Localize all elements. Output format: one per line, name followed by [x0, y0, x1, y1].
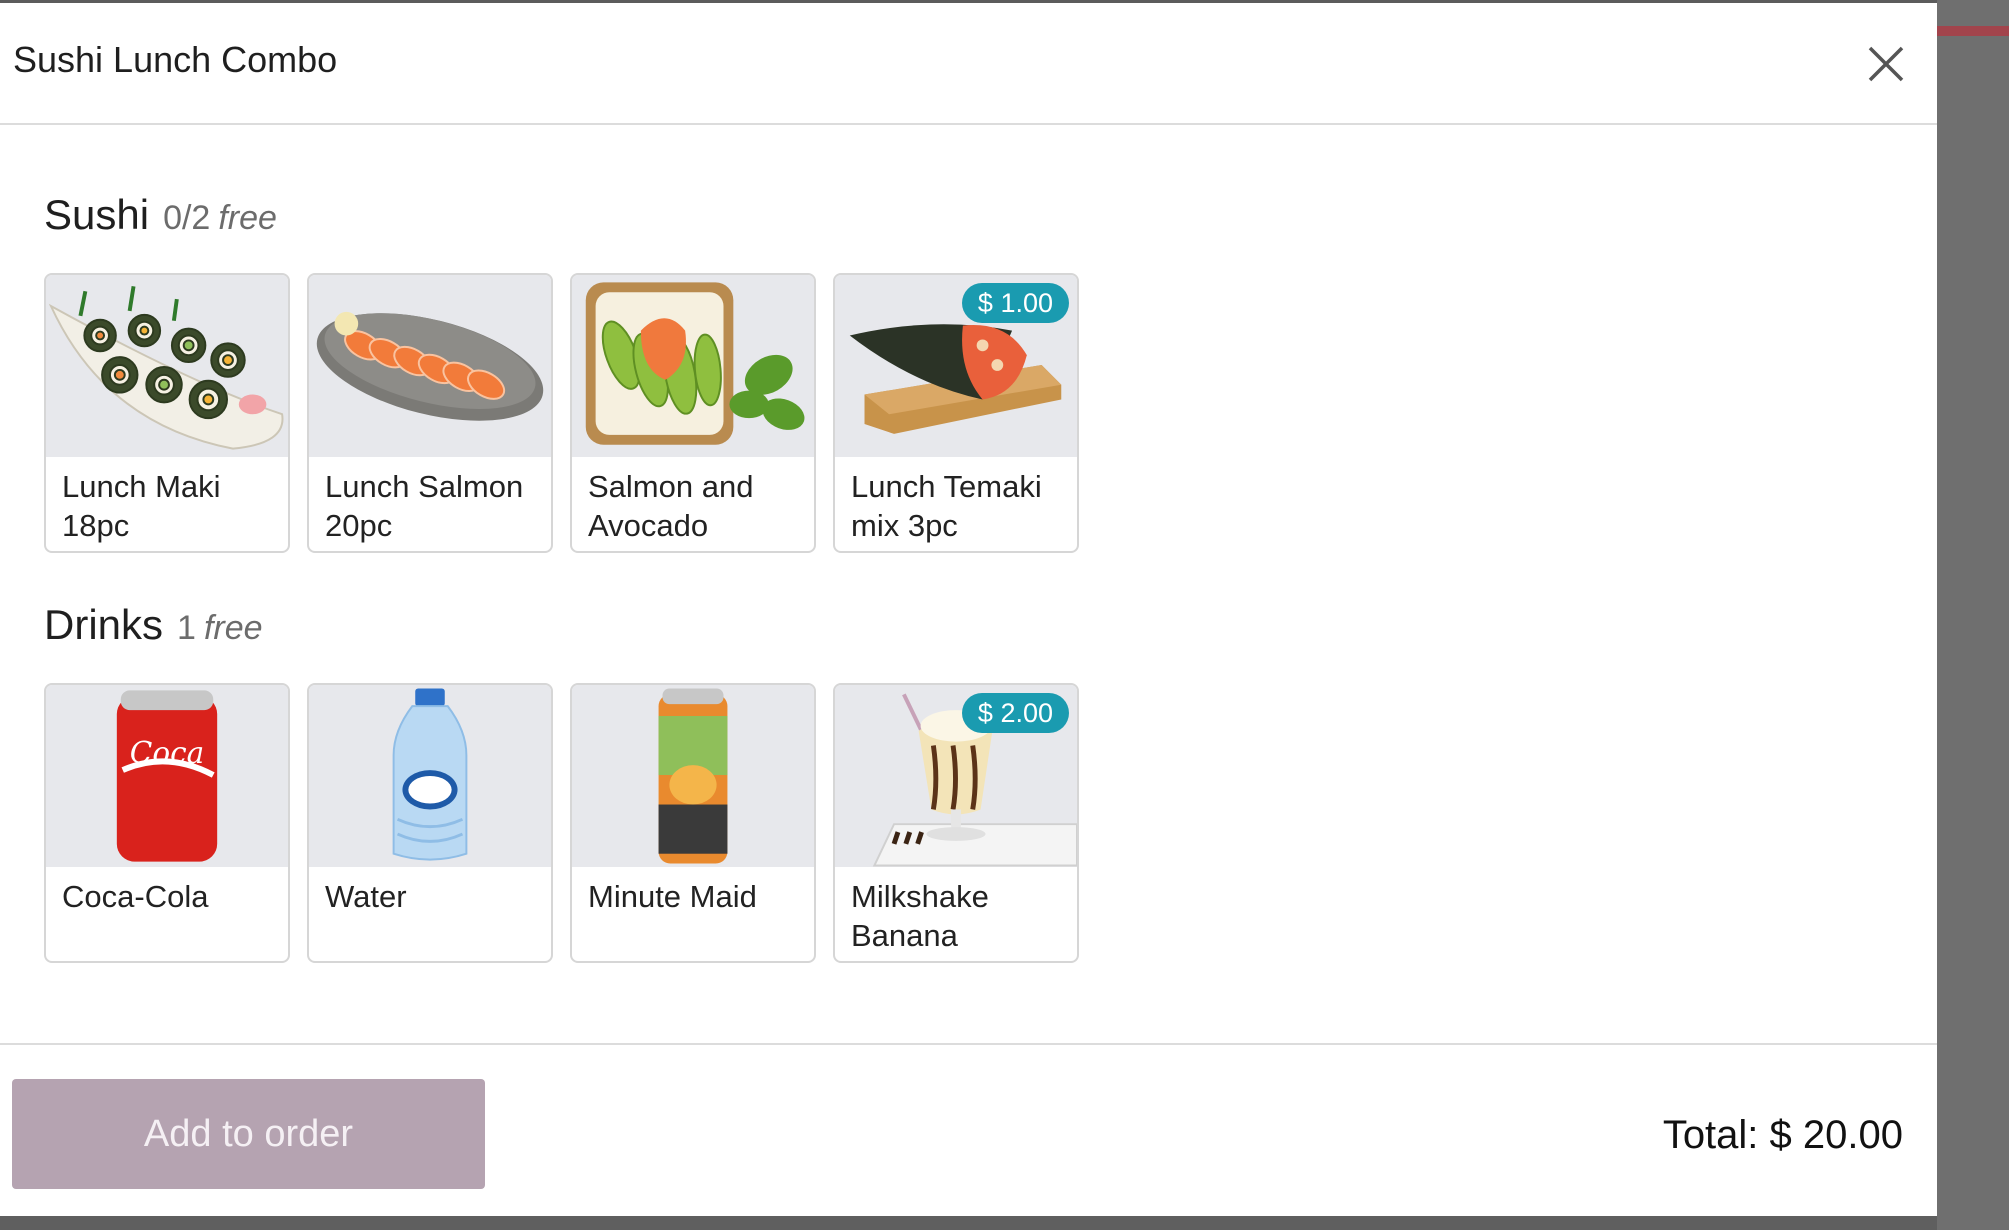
maki-rolls-image	[46, 275, 288, 457]
svg-text:Coca: Coca	[130, 736, 204, 770]
product-card-water[interactable]: Water	[307, 683, 553, 963]
product-name: Salmon and Avocado	[588, 469, 754, 543]
order-total: Total: $ 20.00	[1662, 1113, 1903, 1157]
minute-maid-can-image	[572, 685, 814, 867]
combo-dialog: Sushi Lunch Combo Sushi 0/2 free Lunch M…	[0, 0, 1937, 1216]
section-count: 0/2	[163, 199, 211, 237]
section-free-label: free	[218, 199, 277, 237]
section-title-sushi: Sushi 0/2 free	[44, 191, 277, 239]
product-card-lunch-temaki[interactable]: $ 1.00 Lunch Temaki mix 3pc	[833, 273, 1079, 553]
product-name: Lunch Salmon 20pc	[325, 469, 524, 543]
section-name: Sushi	[44, 191, 150, 238]
price-badge: $ 1.00	[961, 283, 1069, 323]
product-card-lunch-maki[interactable]: Lunch Maki 18pc	[44, 273, 290, 553]
salmon-sashimi-image	[309, 275, 551, 457]
product-name: Minute Maid	[588, 879, 757, 914]
product-name: Lunch Maki 18pc	[62, 469, 221, 543]
product-card-salmon-avocado[interactable]: Salmon and Avocado	[570, 273, 816, 553]
close-icon	[1868, 46, 1904, 82]
add-to-order-button[interactable]: Add to order	[12, 1079, 485, 1189]
section-free-label: free	[203, 609, 263, 647]
dialog-header: Sushi Lunch Combo	[0, 3, 1937, 125]
water-bottle-image	[309, 685, 551, 867]
background-accent-strip	[1937, 26, 2009, 36]
price-badge: $ 2.00	[961, 693, 1069, 733]
section-count: 1	[177, 609, 196, 647]
dialog-footer: Add to order Total: $ 20.00	[0, 1043, 1937, 1219]
product-card-lunch-salmon[interactable]: Lunch Salmon 20pc	[307, 273, 553, 553]
drinks-product-grid: Coca Coca-Cola Water Minute Maid $ 2.00 …	[44, 683, 1079, 963]
product-card-milkshake-banana[interactable]: $ 2.00 Milkshake Banana	[833, 683, 1079, 963]
dialog-title: Sushi Lunch Combo	[13, 39, 338, 80]
coca-cola-can-image: Coca	[46, 685, 288, 867]
milkshake-image: $ 2.00	[835, 685, 1077, 867]
product-name: Coca-Cola	[62, 879, 209, 914]
product-name: Lunch Temaki mix 3pc	[851, 469, 1042, 543]
product-card-minute-maid[interactable]: Minute Maid	[570, 683, 816, 963]
product-card-coca-cola[interactable]: Coca Coca-Cola	[44, 683, 290, 963]
product-name: Milkshake Banana	[851, 879, 989, 953]
salmon-avocado-toast-image	[572, 275, 814, 457]
product-name: Water	[325, 879, 407, 914]
temaki-image: $ 1.00	[835, 275, 1077, 457]
sushi-product-grid: Lunch Maki 18pc Lunch Salmon 20pc Salmon…	[44, 273, 1079, 553]
section-name: Drinks	[44, 601, 164, 648]
close-button[interactable]	[1862, 40, 1910, 88]
section-title-drinks: Drinks 1 free	[44, 601, 263, 649]
